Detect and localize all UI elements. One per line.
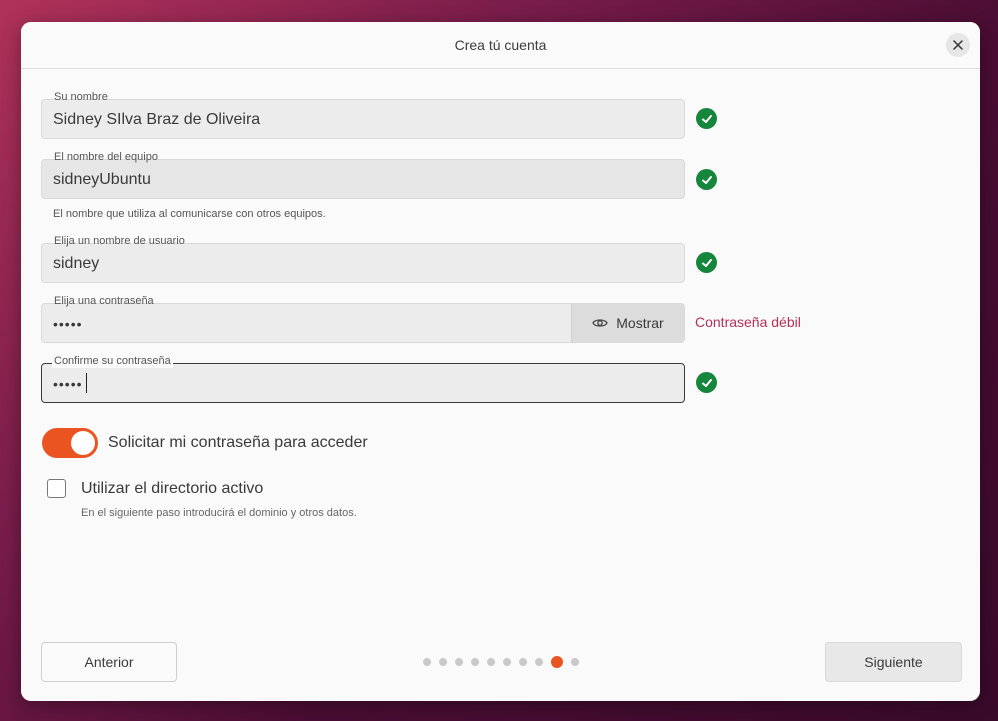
computer-name-field[interactable]: El nombre del equipo sidneyUbuntu [41, 151, 685, 199]
require-password-toggle[interactable] [42, 428, 98, 458]
toggle-knob [71, 431, 95, 455]
password-field[interactable]: Elija una contraseña ••••• Mostrar [41, 295, 685, 343]
computer-name-hint: El nombre que utiliza al comunicarse con… [53, 208, 326, 220]
show-password-label: Mostrar [616, 315, 664, 331]
active-directory-checkbox[interactable] [47, 479, 66, 498]
step-dot [439, 658, 447, 666]
confirm-password-valid-icon [696, 372, 717, 393]
close-icon [953, 40, 963, 50]
full-name-label: Su nombre [54, 91, 108, 103]
step-dot [535, 658, 543, 666]
step-dot [519, 658, 527, 666]
confirm-password-label: Confirme su contraseña [52, 354, 173, 368]
active-directory-hint: En el siguiente paso introducirá el domi… [81, 507, 357, 519]
require-password-label: Solicitar mi contraseña para acceder [108, 434, 368, 451]
next-button[interactable]: Siguiente [825, 642, 962, 682]
step-dot-active [551, 656, 563, 668]
full-name-value: Sidney SIlva Braz de Oliveira [53, 111, 261, 128]
setup-window: Crea tú cuenta Su nombre Sidney SIlva Br… [21, 22, 980, 701]
full-name-field[interactable]: Su nombre Sidney SIlva Braz de Oliveira [41, 91, 685, 139]
step-dot [455, 658, 463, 666]
active-directory-label: Utilizar el directorio activo [81, 480, 264, 497]
computer-name-valid-icon [696, 169, 717, 190]
step-dot [471, 658, 479, 666]
computer-name-label: El nombre del equipo [54, 151, 158, 163]
eye-icon [592, 319, 608, 327]
confirm-password-field[interactable]: Confirme su contraseña ••••• [41, 354, 685, 403]
password-strength: Contraseña débil [695, 314, 801, 330]
username-value: sidney [53, 255, 100, 272]
computer-name-value: sidneyUbuntu [53, 171, 151, 188]
password-label: Elija una contraseña [54, 295, 154, 307]
username-valid-icon [696, 252, 717, 273]
titlebar: Crea tú cuenta [21, 22, 980, 69]
text-caret [86, 373, 87, 393]
username-field[interactable]: Elija un nombre de usuario sidney [41, 235, 685, 283]
step-indicator [423, 656, 579, 668]
window-title: Crea tú cuenta [454, 37, 547, 53]
username-label: Elija un nombre de usuario [54, 235, 185, 247]
step-dot [423, 658, 431, 666]
close-button[interactable] [946, 33, 970, 57]
step-dot [571, 658, 579, 666]
confirm-password-value: ••••• [53, 376, 83, 392]
show-password-button[interactable]: Mostrar [571, 304, 684, 342]
full-name-valid-icon [696, 108, 717, 129]
previous-button[interactable]: Anterior [41, 642, 177, 682]
password-value: ••••• [53, 316, 83, 332]
step-dot [503, 658, 511, 666]
step-dot [487, 658, 495, 666]
